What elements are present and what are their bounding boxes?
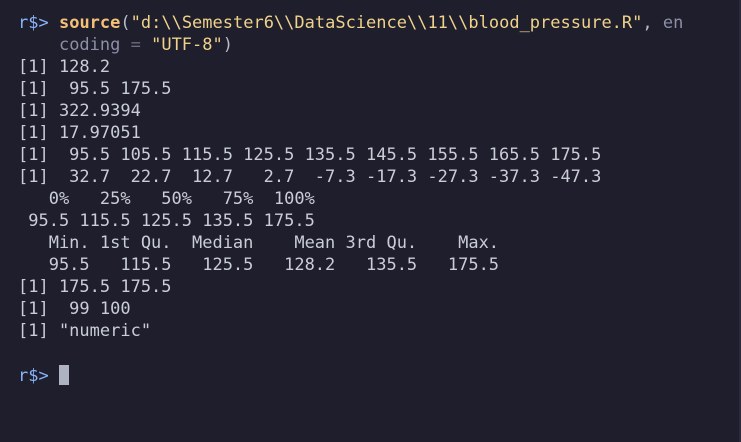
output-range: [1] 95.5 175.5 <box>18 79 172 99</box>
r-terminal[interactable]: r$> source("d:\\Semester6\\DataScience\\… <box>0 0 741 442</box>
output-class: [1] "numeric" <box>18 321 152 341</box>
function-name: source <box>58 13 121 33</box>
input-prompt-symbol: r$> <box>18 366 49 386</box>
text-cursor <box>58 365 69 385</box>
output-summary-values: 95.5 115.5 125.5 128.2 135.5 175.5 <box>18 255 510 275</box>
output-deviations: [1] 32.7 22.7 12.7 2.7 -7.3 -17.3 -27.3 … <box>18 167 602 187</box>
output-variance: [1] 322.9394 <box>18 101 141 121</box>
command-line-wrap: coding = "UTF-8") <box>18 34 730 56</box>
output-quantile-headers: 0% 25% 50% 75% 100% <box>18 189 326 209</box>
output-max: [1] 175.5 175.5 <box>18 277 172 297</box>
encoding-value: "UTF-8" <box>151 35 223 55</box>
output-dims: [1] 99 100 <box>18 299 131 319</box>
equals-operator: = <box>120 35 152 55</box>
command-line: r$> source("d:\\Semester6\\DataScience\\… <box>18 12 730 34</box>
encoding-arg-name-part1: en <box>662 13 684 33</box>
output-summary-headers: Min. 1st Qu. Median Mean 3rd Qu. Max. <box>18 233 510 253</box>
close-paren: ) <box>222 35 233 55</box>
input-line[interactable]: r$> <box>18 364 69 388</box>
output-mean: [1] 128.2 <box>18 57 111 77</box>
path-argument: "d:\\Semester6\\DataScience\\11\\blood_p… <box>130 13 643 33</box>
terminal-scrollback: r$> source("d:\\Semester6\\DataScience\\… <box>18 12 730 342</box>
prompt-symbol: r$> <box>18 13 49 33</box>
output-values: [1] 95.5 105.5 115.5 125.5 135.5 145.5 1… <box>18 145 602 165</box>
arg-separator: , <box>642 13 663 33</box>
open-paren: ( <box>120 13 131 33</box>
encoding-arg-name-part2: coding <box>58 35 121 55</box>
output-quantile-values: 95.5 115.5 125.5 135.5 175.5 <box>18 211 326 231</box>
output-sd: [1] 17.97051 <box>18 123 141 143</box>
